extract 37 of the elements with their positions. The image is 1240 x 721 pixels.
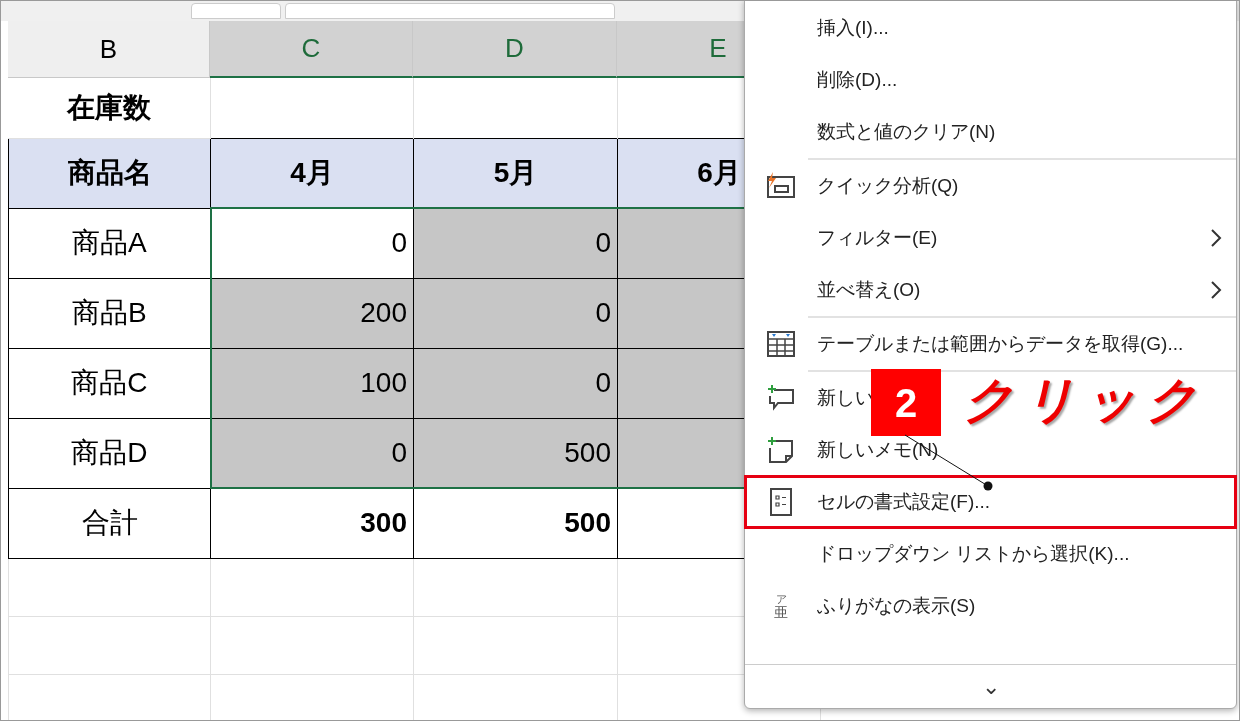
table-header-cell: 5月 (413, 138, 618, 208)
table-cell: 500 (413, 488, 618, 558)
table-cell[interactable]: 0 (413, 348, 618, 418)
table-cell[interactable]: 100 (210, 348, 414, 418)
table-header-cell: 商品名 (8, 138, 211, 208)
table-cell[interactable]: 500 (413, 418, 618, 488)
table-header-cell: 4月 (210, 138, 414, 208)
table-cell: 合計 (8, 488, 211, 558)
table-cell[interactable]: 商品D (8, 418, 211, 488)
table-cell[interactable]: 0 (210, 418, 414, 488)
format-cells-icon (769, 487, 793, 517)
table-cell[interactable]: 商品C (8, 348, 211, 418)
menu-item[interactable]: テーブルまたは範囲からデータを取得(G)... (745, 318, 1184, 370)
furigana-icon: ア 亜 (774, 593, 788, 619)
table-cell: 在庫数 (8, 78, 211, 138)
table-cell[interactable]: 商品A (8, 208, 211, 278)
table-cell[interactable]: 0 (413, 278, 618, 348)
table-cell: 300 (210, 488, 414, 558)
menu-item[interactable]: 並べ替え(O) (745, 264, 921, 316)
menu-item[interactable]: フィルター(E) (745, 212, 938, 264)
table-cell[interactable]: 0 (413, 208, 618, 278)
callout-label: クリック (963, 371, 1207, 430)
table-cell[interactable]: 200 (210, 278, 414, 348)
menu-item[interactable]: セルの書式設定(F)... (745, 476, 991, 528)
table-cell[interactable]: 商品B (8, 278, 211, 348)
quick-analysis-icon (765, 172, 797, 200)
note-icon (766, 436, 796, 464)
step-badge: 2 (871, 369, 941, 436)
menu-item[interactable]: ア 亜 ふりがなの表示(S) (745, 580, 976, 632)
comment-icon (766, 384, 796, 412)
column-header[interactable]: C (210, 21, 413, 78)
more-button[interactable]: ⌄ (745, 664, 1236, 708)
column-header[interactable]: D (413, 21, 617, 78)
table-cell[interactable]: 0 (210, 208, 414, 278)
column-header[interactable]: B (8, 21, 210, 78)
menu-item[interactable]: ドロップダウン リストから選択(K)... (745, 528, 1130, 580)
table-icon (766, 330, 796, 358)
